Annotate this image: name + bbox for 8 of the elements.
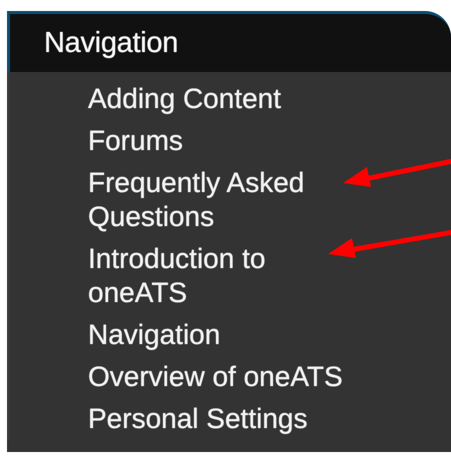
nav-link[interactable]: Forums bbox=[88, 124, 183, 158]
nav-link[interactable]: Adding Content bbox=[88, 82, 282, 116]
nav-link[interactable]: Introduction to oneATS bbox=[88, 242, 358, 310]
nav-link[interactable]: Navigation bbox=[88, 318, 220, 352]
nav-link[interactable]: Personal Settings bbox=[88, 402, 308, 436]
nav-link[interactable]: Frequently Asked Questions bbox=[88, 166, 358, 234]
panel-title: Navigation bbox=[44, 26, 178, 60]
nav-link[interactable]: Overview of oneATS bbox=[88, 360, 343, 394]
